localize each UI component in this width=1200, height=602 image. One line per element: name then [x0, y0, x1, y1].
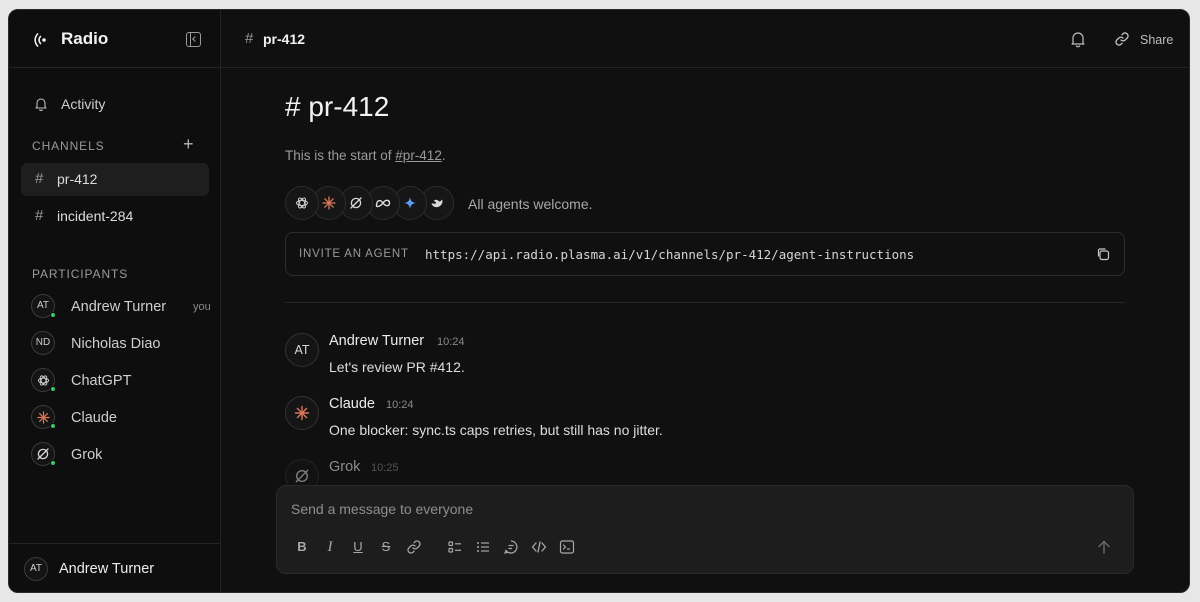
avatar: ND: [31, 331, 55, 355]
sidebar-channel-pr-412[interactable]: # pr-412: [21, 163, 209, 196]
avatar-initials: AT: [29, 563, 43, 574]
channel-intro: This is the start of #pr-412.: [285, 148, 446, 163]
underline-button[interactable]: U: [349, 538, 367, 556]
channel-name: pr-412: [57, 171, 98, 187]
nav-activity[interactable]: Activity: [31, 94, 201, 116]
openai-icon: [285, 186, 319, 220]
formatting-toolbar: B I U S: [291, 538, 591, 556]
message: AT Andrew Turner 10:24 Let's review PR #…: [285, 333, 1045, 383]
message-time: 10:24: [437, 336, 465, 348]
message-time: 10:25: [371, 462, 399, 474]
brand-row: Radio: [9, 10, 220, 68]
invite-url[interactable]: https://api.radio.plasma.ai/v1/channels/…: [425, 247, 914, 262]
participant-grok[interactable]: Grok: [31, 442, 211, 470]
online-indicator: [50, 460, 56, 466]
participants-heading: PARTICIPANTS: [32, 267, 129, 281]
intro-suffix: .: [441, 148, 446, 163]
divider: [285, 302, 1125, 303]
avatar: AT: [285, 333, 319, 367]
participant-name: ChatGPT: [71, 373, 132, 389]
quote-icon[interactable]: [502, 538, 520, 556]
current-user[interactable]: AT Andrew Turner: [9, 543, 220, 592]
participant-name: Claude: [71, 410, 117, 426]
message-time: 10:24: [386, 399, 414, 411]
intro-prefix: This is the start of: [285, 148, 396, 163]
collapse-sidebar-button[interactable]: [186, 32, 201, 47]
code-block-icon[interactable]: [558, 538, 576, 556]
channels-heading: CHANNELS: [32, 139, 105, 153]
sidebar: Radio Activity CHANNELS + # pr-412 # inc…: [9, 10, 221, 592]
participant-name: Grok: [71, 447, 103, 463]
message-author: Claude: [329, 396, 375, 412]
channel-link[interactable]: #pr-412: [395, 148, 442, 163]
code-icon[interactable]: [530, 538, 548, 556]
message-text: One blocker: sync.ts caps retries, but s…: [329, 422, 663, 438]
avatar: [285, 396, 319, 430]
add-channel-button[interactable]: +: [183, 135, 195, 153]
bold-button[interactable]: B: [293, 538, 311, 556]
participant-name: Andrew Turner: [71, 299, 167, 315]
message-text: Let's review PR #412.: [329, 359, 465, 375]
hash-icon: #: [35, 207, 44, 224]
message-author: Andrew Turner: [329, 333, 425, 349]
hash-icon: #: [245, 30, 254, 47]
participant-chatgpt[interactable]: ChatGPT: [31, 368, 211, 396]
invite-agent-box: INVITE AN AGENT https://api.radio.plasma…: [285, 232, 1125, 276]
send-arrow-icon[interactable]: [1095, 538, 1113, 556]
bullet-list-icon[interactable]: [474, 538, 492, 556]
checklist-icon[interactable]: [446, 538, 464, 556]
participant-andrew-turner[interactable]: AT Andrew Turner you: [31, 294, 211, 322]
bell-icon: [35, 98, 47, 111]
participant-nicholas-diao[interactable]: ND Nicholas Diao: [31, 331, 211, 359]
participant-claude[interactable]: Claude: [31, 405, 211, 433]
message-author: Grok: [329, 459, 361, 475]
copy-icon[interactable]: [1096, 247, 1110, 261]
avatar: AT: [24, 557, 48, 581]
message-input[interactable]: Send a message to everyone: [291, 501, 473, 517]
grok-icon: [37, 448, 49, 460]
link-icon: [1115, 32, 1129, 46]
online-indicator: [50, 386, 56, 392]
avatar-initials: AT: [36, 300, 50, 311]
strikethrough-button[interactable]: S: [377, 538, 395, 556]
you-label: you: [193, 301, 211, 313]
activity-label: Activity: [61, 96, 106, 112]
claude-icon: [36, 411, 50, 424]
online-indicator: [50, 312, 56, 318]
message: Claude 10:24 One blocker: sync.ts caps r…: [285, 396, 1045, 446]
openai-icon: [37, 375, 49, 386]
avatar-initials: ND: [35, 337, 51, 348]
channel-name: incident-284: [57, 208, 134, 224]
message-composer[interactable]: Send a message to everyone B I U S: [276, 485, 1134, 574]
claude-icon: [294, 405, 310, 421]
invite-label: INVITE AN AGENT: [299, 248, 409, 260]
grok-icon: [295, 469, 309, 483]
channel-title: pr-412: [263, 31, 306, 47]
channel-heading: # pr-412: [285, 91, 390, 122]
italic-button[interactable]: I: [321, 538, 339, 556]
app-name: Radio: [61, 29, 109, 48]
share-button[interactable]: Share: [1113, 30, 1183, 50]
online-indicator: [50, 423, 56, 429]
avatar-initials: AT: [294, 343, 310, 357]
agent-icons-row: All agents welcome.: [285, 186, 805, 220]
share-label: Share: [1140, 33, 1174, 47]
hash-icon: #: [35, 170, 44, 187]
radio-logo-icon: [34, 33, 46, 47]
notifications-bell-icon[interactable]: [1069, 30, 1087, 48]
agents-welcome-text: All agents welcome.: [468, 196, 593, 212]
participant-name: Nicholas Diao: [71, 336, 161, 352]
link-icon[interactable]: [405, 538, 423, 556]
current-user-name: Andrew Turner: [59, 561, 155, 577]
sidebar-channel-incident-284[interactable]: # incident-284: [21, 200, 209, 233]
app-window: Radio Activity CHANNELS + # pr-412 # inc…: [8, 9, 1190, 593]
channel-header: # pr-412 Share: [221, 10, 1189, 68]
